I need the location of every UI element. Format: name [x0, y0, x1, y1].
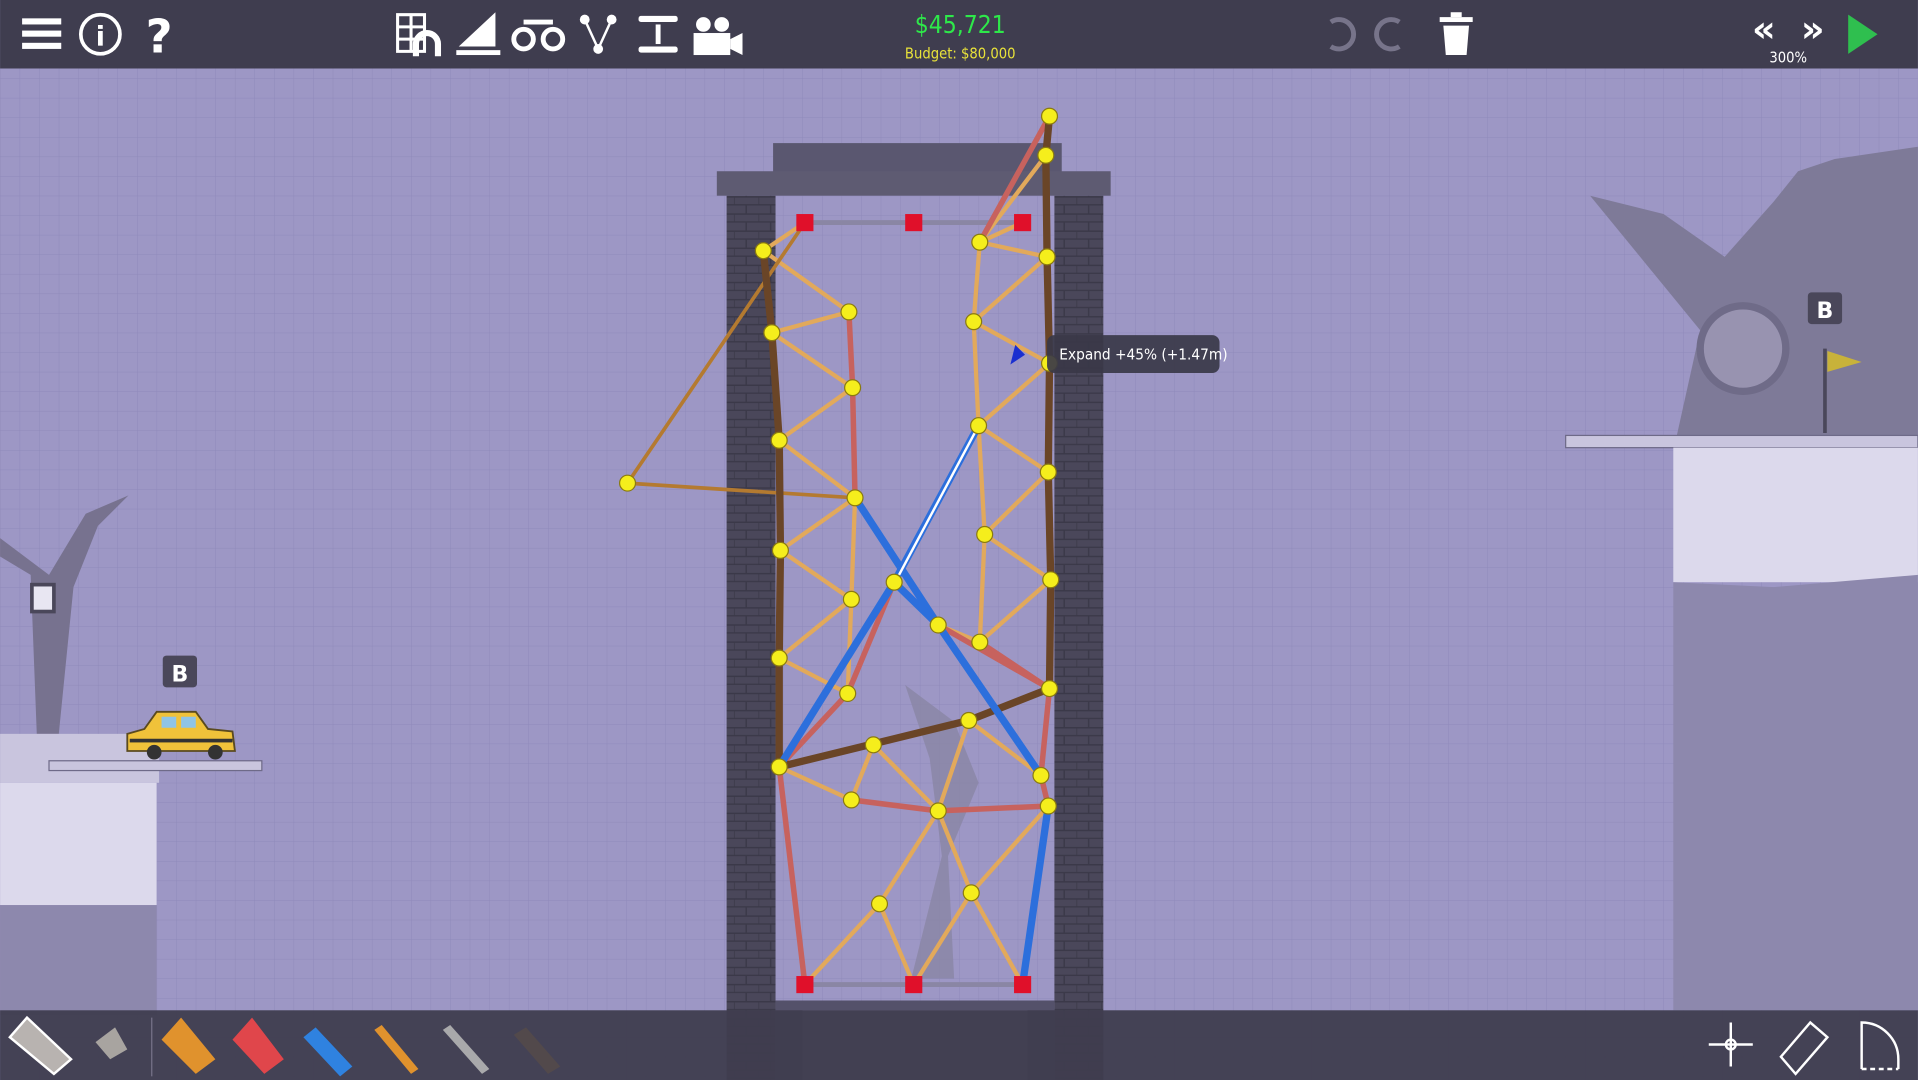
joint[interactable]: [870, 895, 889, 913]
checkpoint-label: B: [171, 662, 188, 687]
joint[interactable]: [770, 758, 788, 776]
svg-text:i: i: [96, 21, 105, 52]
joint[interactable]: [754, 242, 772, 260]
material-toolbar: [0, 1010, 1918, 1080]
steel-beam[interactable]: [1044, 468, 1055, 584]
steel-beam[interactable]: [1044, 359, 1054, 476]
checkpoint-label: B: [1817, 299, 1834, 324]
joint[interactable]: [971, 233, 989, 251]
joint[interactable]: [1032, 766, 1050, 785]
tooltip-text: Expand +45% (+1.47m): [1059, 346, 1227, 364]
help-icon[interactable]: ?: [146, 10, 173, 64]
game-viewport[interactable]: B B Expand +45% (+1.47m) i ? $45,721 Bud…: [0, 0, 1918, 1080]
checkpoint-left: B: [162, 655, 198, 688]
joint[interactable]: [1038, 248, 1056, 266]
joint[interactable]: [885, 573, 903, 591]
anchor-joint[interactable]: [1014, 976, 1032, 994]
joint[interactable]: [618, 474, 637, 492]
joint[interactable]: [965, 313, 983, 331]
joint[interactable]: [842, 791, 860, 809]
road-beam[interactable]: [846, 309, 856, 391]
budget-display: Budget: $80,000: [905, 46, 1016, 63]
joint[interactable]: [960, 711, 978, 729]
joint[interactable]: [1040, 680, 1059, 698]
joint[interactable]: [976, 525, 994, 544]
anchor-joint[interactable]: [796, 976, 814, 994]
rewind-icon[interactable]: «: [1752, 8, 1776, 51]
joint[interactable]: [1037, 146, 1055, 164]
joint[interactable]: [840, 303, 858, 321]
joint[interactable]: [864, 736, 882, 754]
steel-beam[interactable]: [775, 546, 785, 662]
steel-beam[interactable]: [1042, 151, 1051, 261]
fast-forward-icon[interactable]: »: [1801, 8, 1825, 51]
joint[interactable]: [770, 431, 788, 449]
anchor-joint[interactable]: [905, 214, 923, 232]
joint[interactable]: [770, 649, 788, 667]
sim-speed-label: 300%: [1769, 49, 1807, 66]
joint[interactable]: [929, 802, 947, 820]
joint[interactable]: [970, 417, 988, 435]
joint[interactable]: [1042, 571, 1060, 589]
joint[interactable]: [771, 541, 789, 559]
menu-icon[interactable]: [22, 18, 62, 49]
joint[interactable]: [844, 379, 862, 397]
cost-display: $45,721: [915, 10, 1006, 39]
joint[interactable]: [846, 489, 864, 507]
top-toolbar: i ? $45,721 Budget: $80,000 « » 300%: [0, 0, 1918, 69]
joint[interactable]: [839, 684, 857, 703]
joint[interactable]: [962, 884, 980, 902]
joint[interactable]: [929, 616, 947, 634]
joint[interactable]: [971, 633, 989, 651]
road-beam[interactable]: [849, 384, 858, 501]
anchor-joint[interactable]: [1014, 214, 1032, 232]
steel-beam[interactable]: [1045, 576, 1055, 693]
joint[interactable]: [763, 324, 781, 342]
joint[interactable]: [842, 590, 860, 608]
joint[interactable]: [1039, 797, 1057, 815]
anchor-joint[interactable]: [796, 214, 814, 232]
anchor-joint[interactable]: [905, 976, 923, 994]
joint[interactable]: [1040, 107, 1059, 125]
steel-beam[interactable]: [775, 436, 785, 555]
joint[interactable]: [1039, 463, 1057, 481]
